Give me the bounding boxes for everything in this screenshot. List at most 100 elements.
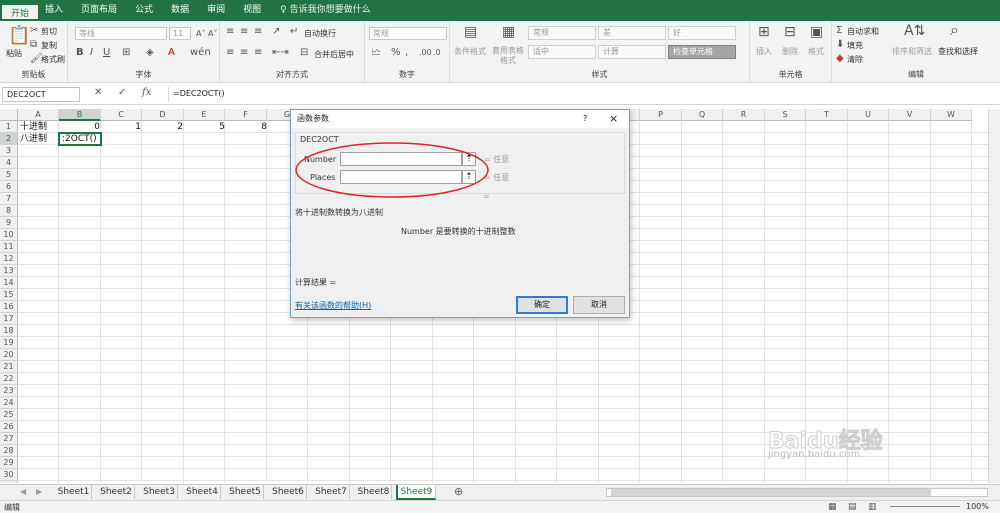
cell-a1[interactable]: 十进制	[20, 121, 47, 133]
column-header-q[interactable]: Q	[682, 109, 723, 121]
row-header-28[interactable]: 28	[0, 445, 18, 457]
conditional-format-button[interactable]: 条件格式	[454, 46, 486, 57]
orientation-icon[interactable]: ↗	[272, 27, 280, 37]
row-header-16[interactable]: 16	[0, 301, 18, 313]
row-header-25[interactable]: 25	[0, 409, 18, 421]
clear-button[interactable]: 清除	[847, 54, 863, 65]
column-header-c[interactable]: C	[101, 109, 142, 121]
row-header-12[interactable]: 12	[0, 253, 18, 265]
comma-icon[interactable]: ,	[405, 48, 408, 58]
tab-data[interactable]: 数据	[162, 0, 198, 21]
autosum-button[interactable]: 自动求和	[847, 26, 879, 37]
column-header-p[interactable]: P	[640, 109, 682, 121]
vertical-scrollbar[interactable]	[988, 109, 1000, 483]
row-header-8[interactable]: 8	[0, 205, 18, 217]
new-sheet-icon[interactable]: ⊕	[454, 486, 463, 497]
row-header-4[interactable]: 4	[0, 157, 18, 169]
align-right-icon[interactable]: ≡	[254, 48, 262, 58]
select-all-corner[interactable]	[0, 109, 18, 121]
find-select-button[interactable]: 查找和选择	[938, 46, 978, 57]
format-as-table-button[interactable]: 套用表格格式	[490, 46, 526, 66]
sheet-tab-5[interactable]: Sheet5	[227, 485, 264, 499]
name-box[interactable]: DEC2OCT	[2, 87, 80, 102]
row-header-22[interactable]: 22	[0, 373, 18, 385]
column-header-f[interactable]: F	[225, 109, 267, 121]
row-header-31[interactable]: 31	[0, 481, 18, 483]
horizontal-scrollbar-thumb[interactable]	[611, 489, 931, 496]
sheet-tab-3[interactable]: Sheet3	[141, 485, 178, 499]
row-header-3[interactable]: 3	[0, 145, 18, 157]
decrease-decimal-icon[interactable]: .0	[433, 48, 441, 58]
row-header-9[interactable]: 9	[0, 217, 18, 229]
row-header-7[interactable]: 7	[0, 193, 18, 205]
formula-input[interactable]: =DEC2OCT()	[168, 87, 994, 102]
insert-function-icon[interactable]: fx	[142, 87, 151, 98]
percent-icon[interactable]: %	[391, 48, 401, 58]
sheet-tab-9[interactable]: Sheet9	[396, 485, 436, 500]
tab-page-layout[interactable]: 页面布局	[72, 0, 126, 21]
cancel-entry-icon[interactable]: ✕	[94, 87, 102, 98]
indent-icon[interactable]: ⇤⇥	[272, 48, 289, 58]
scroll-sheets-right-icon[interactable]: ▶	[36, 487, 42, 497]
sort-filter-button[interactable]: 排序和筛选	[892, 46, 932, 57]
align-left-icon[interactable]: ≡	[226, 48, 234, 58]
paste-icon[interactable]: 📋	[8, 27, 30, 45]
close-icon[interactable]: ×	[609, 110, 618, 128]
align-top-icon[interactable]: ≡	[226, 27, 234, 37]
currency-icon[interactable]: 🗠	[371, 48, 381, 58]
align-center-icon[interactable]: ≡	[240, 48, 248, 58]
font-size-select[interactable]: 11	[169, 27, 191, 40]
tab-review[interactable]: 审阅	[198, 0, 234, 21]
border-icon[interactable]: ⊞	[122, 48, 130, 58]
tab-view[interactable]: 视图	[234, 0, 270, 21]
tab-home[interactable]: 开始	[0, 3, 41, 21]
align-bottom-icon[interactable]: ≡	[254, 27, 262, 37]
page-layout-view-icon[interactable]: ▤	[848, 502, 857, 512]
zoom-level[interactable]: 100%	[966, 502, 989, 511]
row-header-24[interactable]: 24	[0, 397, 18, 409]
function-help-link[interactable]: 有关该函数的帮助(H)	[295, 300, 371, 311]
tab-insert[interactable]: 插入	[36, 0, 72, 21]
italic-icon[interactable]: I	[90, 48, 93, 58]
column-header-a[interactable]: A	[18, 109, 59, 121]
ok-button[interactable]: 确定	[516, 296, 568, 314]
row-header-6[interactable]: 6	[0, 181, 18, 193]
phonetic-icon[interactable]: wén	[190, 48, 211, 58]
column-header-v[interactable]: V	[889, 109, 931, 121]
row-header-20[interactable]: 20	[0, 349, 18, 361]
tab-formulas[interactable]: 公式	[126, 0, 162, 21]
row-header-19[interactable]: 19	[0, 337, 18, 349]
row-header-26[interactable]: 26	[0, 421, 18, 433]
enter-entry-icon[interactable]: ✓	[118, 87, 126, 98]
row-header-18[interactable]: 18	[0, 325, 18, 337]
row-header-14[interactable]: 14	[0, 277, 18, 289]
wrap-text-button[interactable]: 自动换行	[304, 28, 336, 39]
delete-cells-button[interactable]: 删除	[782, 46, 798, 57]
cell-d1[interactable]: 2	[142, 121, 183, 133]
row-header-23[interactable]: 23	[0, 385, 18, 397]
row-header-30[interactable]: 30	[0, 469, 18, 481]
align-middle-icon[interactable]: ≡	[240, 27, 248, 37]
row-header-13[interactable]: 13	[0, 265, 18, 277]
page-break-view-icon[interactable]: ▥	[868, 502, 877, 512]
number-format-select[interactable]: 常规	[369, 27, 447, 40]
format-painter-button[interactable]: 格式刷	[41, 54, 65, 65]
column-header-u[interactable]: U	[848, 109, 889, 121]
normal-view-icon[interactable]: ▦	[828, 502, 837, 512]
column-header-w[interactable]: W	[931, 109, 972, 121]
row-header-1[interactable]: 1	[0, 121, 18, 133]
copy-button[interactable]: 复制	[41, 40, 57, 51]
style-neutral[interactable]: 适中	[528, 45, 596, 59]
grow-font-icon[interactable]: A˄	[196, 29, 205, 39]
cell-c1[interactable]: 1	[101, 121, 141, 133]
cell-e1[interactable]: 5	[184, 121, 225, 133]
paste-button[interactable]: 粘贴	[6, 48, 22, 59]
column-header-t[interactable]: T	[806, 109, 848, 121]
sheet-tab-2[interactable]: Sheet2	[98, 485, 135, 499]
row-header-2[interactable]: 2	[0, 133, 18, 145]
style-check-cell[interactable]: 检查单元格	[668, 45, 736, 59]
font-name-select[interactable]: 等线	[75, 27, 167, 40]
column-header-s[interactable]: S	[765, 109, 806, 121]
cell-f1[interactable]: 8	[226, 121, 267, 133]
row-header-5[interactable]: 5	[0, 169, 18, 181]
